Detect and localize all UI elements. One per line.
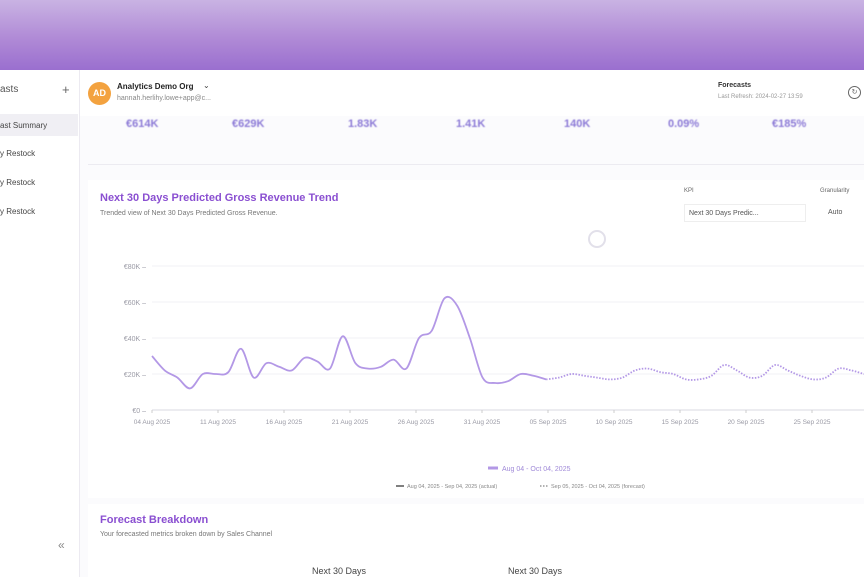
x-tick-label: 21 Aug 2025 [332,419,369,426]
legend-label-forecast: Sep 05, 2025 - Oct 04, 2025 (forecast) [551,484,645,490]
y-tick-label: €40K – [124,336,146,343]
x-tick-label: 10 Sep 2025 [596,419,633,426]
sidebar-item-restock-1[interactable]: y Restock [0,142,78,164]
legend-label-actual: Aug 04, 2025 - Sep 04, 2025 (actual) [407,484,497,490]
forecast-label: Forecasts [718,82,752,89]
kpi-select[interactable]: Next 30 Days Predic... [684,204,806,222]
breakdown-subtitle: Your forecasted metrics broken down by S… [100,531,273,538]
kpi-value: 0.09% [668,118,700,130]
y-tick-label: €60K – [124,300,146,307]
actual-series-line [151,295,547,390]
breakdown-card: Forecast Breakdown Your forecasted metri… [88,504,864,577]
y-tick-label: €0 – [132,408,146,415]
x-tick-label: 31 Aug 2025 [464,419,501,426]
org-email: hannah.herlihy.lowe+app@c... [117,95,211,102]
kpi-value: €629K [232,118,265,130]
top-banner [0,0,864,70]
sidebar-item-restock-2[interactable]: y Restock [0,171,78,193]
x-tick-label: 15 Sep 2025 [662,419,699,426]
trend-chart: €0 – €20K – €40K – €60K – €80K – 04 Aug 2025 1… [124,264,864,490]
sidebar-header: asts + [0,82,80,100]
double-chevron-left-icon[interactable]: « [58,538,65,552]
add-icon[interactable]: + [62,82,70,97]
breakdown-title: Forecast Breakdown [100,514,209,526]
kpi-value: €185% [772,118,807,130]
kpi-value: 1.83K [348,118,378,130]
divider [88,164,864,165]
x-tick-label: 16 Aug 2025 [266,419,303,426]
sidebar-item-summary[interactable]: ast Summary [0,114,78,136]
kpi-value: €614K [126,118,159,130]
breakdown-column-header: Next 30 Days [508,566,563,576]
x-tick-label: 11 Aug 2025 [200,419,236,426]
x-tick-label: 05 Sep 2025 [530,419,567,426]
breakdown-column-header: Next 30 Days [312,566,367,576]
sidebar-item-restock-3[interactable]: y Restock [0,200,78,222]
forecast-series-line [546,363,864,381]
trend-card: €0 – €20K – €40K – €60K – €80K – 04 Aug 2025 1… [88,180,864,498]
range-legend-label: Aug 04 - Oct 04, 2025 [502,466,571,473]
granularity-label: Granularity [820,188,850,194]
sidebar: asts + ast Summary y Restock y Restock y… [0,70,80,577]
x-tick-label: 26 Aug 2025 [398,419,435,426]
chart-title: Next 30 Days Predicted Gross Revenue Tre… [100,192,339,204]
y-tick-label: €80K – [124,264,146,271]
refresh-icon[interactable]: ↻ [848,86,861,99]
chevron-down-icon[interactable]: ⌄ [203,81,210,90]
y-tick-label: €20K – [124,372,146,379]
kpi-value: 1.41K [456,118,486,130]
avatar[interactable]: AD [88,82,111,105]
last-refresh: Last Refresh: 2024-02-27 13:59 [718,94,803,100]
header: AD Analytics Demo Org ⌄ hannah.herlihy.l… [80,70,864,116]
granularity-select[interactable]: Auto [826,204,864,222]
kpi-value: 140K [564,118,591,130]
kpi-select-label: KPI [684,188,694,194]
x-tick-label: 20 Sep 2025 [728,419,765,426]
loading-spinner-icon [588,230,606,248]
sidebar-title: asts [0,84,19,95]
main-content: AD Analytics Demo Org ⌄ hannah.herlihy.l… [80,70,864,577]
chart-subtitle: Trended view of Next 30 Days Predicted G… [100,210,278,217]
x-tick-label: 04 Aug 2025 [134,419,171,426]
x-tick-label: 25 Sep 2025 [794,419,831,426]
org-name[interactable]: Analytics Demo Org [117,82,193,91]
